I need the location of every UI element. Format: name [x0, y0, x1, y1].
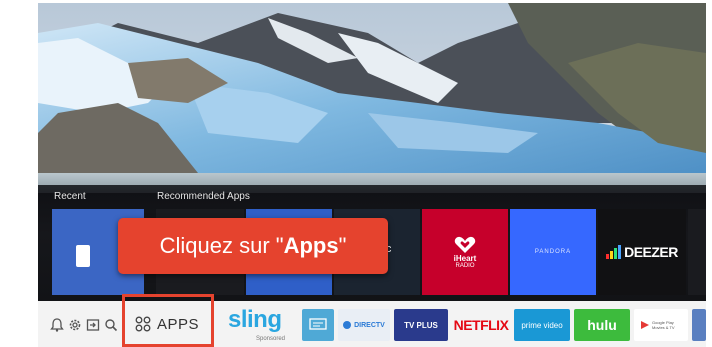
recommended-app-tile-partial[interactable] — [688, 209, 706, 295]
prime-video-label: prime video — [521, 320, 563, 330]
iheartradio-tile[interactable]: iHeart RADIO — [422, 209, 508, 295]
search-icon[interactable] — [104, 318, 118, 332]
pandora-tile[interactable]: PANDORA — [510, 209, 596, 295]
deezer-tile[interactable]: DEEZER — [598, 209, 686, 295]
notification-bell-icon[interactable] — [50, 318, 64, 332]
deezer-label: DEEZER — [624, 244, 678, 260]
samsung-tvplus-app-tile[interactable]: TV PLUS — [394, 309, 448, 341]
instruction-callout: Cliquez sur " Apps " — [118, 218, 388, 274]
recommended-section-label: Recommended Apps — [157, 191, 250, 202]
facebook-icon — [76, 245, 90, 267]
netflix-app-tile[interactable]: NETFLIX — [452, 309, 510, 341]
recent-section-label: Recent — [54, 191, 86, 202]
google-play-icon — [641, 321, 649, 329]
callout-highlight: Apps — [283, 233, 339, 258]
pandora-label: PANDORA — [534, 249, 572, 255]
netflix-label: NETFLIX — [453, 317, 509, 333]
google-play-movies-app-tile[interactable]: Google Play Movies & TV — [634, 309, 688, 341]
google-play-label: Google Play Movies & TV — [652, 320, 675, 330]
callout-prefix: Cliquez sur " — [159, 233, 284, 258]
sling-app-label[interactable]: sling — [228, 306, 282, 334]
glacier-background-image — [38, 3, 706, 193]
tv-guide-app-tile[interactable] — [302, 309, 334, 341]
deezer-bars-icon — [606, 245, 622, 259]
callout-suffix: " — [338, 233, 347, 258]
hulu-app-tile[interactable]: hulu — [574, 309, 630, 341]
iheart-label: iHeart — [453, 253, 477, 263]
tv-photo-frame: Recent Recommended Apps music amazon iHe… — [0, 0, 712, 347]
hulu-label: hulu — [587, 317, 617, 333]
partial-app-tile[interactable] — [692, 309, 706, 341]
source-input-icon[interactable] — [86, 318, 100, 332]
iheart-icon — [454, 236, 476, 253]
prime-video-app-tile[interactable]: prime video — [514, 309, 570, 341]
directv-logo-icon — [343, 321, 352, 329]
sponsored-label: Sponsored — [256, 336, 286, 342]
apps-highlight-box — [122, 294, 214, 347]
directv-app-tile[interactable]: DIRECTV — [338, 309, 390, 341]
tv-bezel-left — [0, 0, 38, 347]
iheart-sublabel: RADIO — [455, 262, 475, 269]
directv-label: DIRECTV — [354, 321, 385, 329]
settings-gear-icon[interactable] — [68, 318, 82, 332]
tvplus-label: TV PLUS — [404, 320, 438, 330]
tv-bezel-right — [706, 0, 712, 347]
tv-guide-icon — [309, 318, 327, 330]
